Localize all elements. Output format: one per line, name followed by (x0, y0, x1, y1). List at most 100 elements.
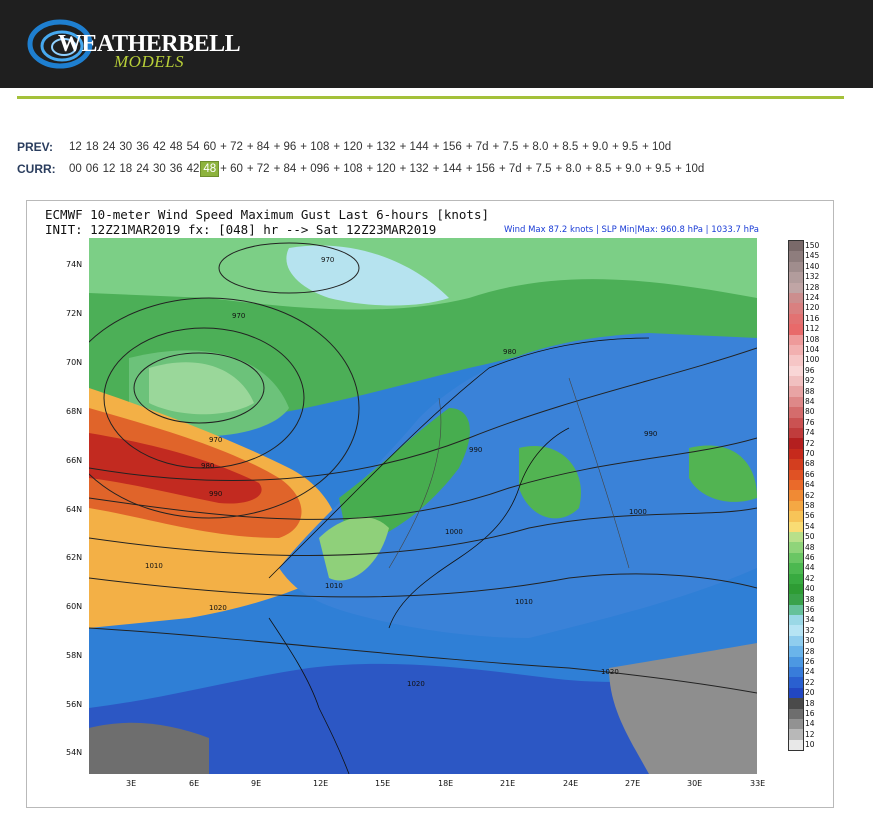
isobar-label: 1000 (445, 528, 463, 536)
prev-hour-link[interactable]: 48 (168, 141, 185, 153)
prev-hour-link[interactable]: + 8.5 (550, 141, 580, 153)
colorbar-swatch (788, 438, 804, 449)
colorbar-swatch (788, 428, 804, 439)
curr-hour-link[interactable]: + 9.5 (643, 163, 673, 175)
curr-hour-link[interactable]: 06 (84, 163, 101, 175)
curr-hour-link[interactable]: 24 (134, 163, 151, 175)
prev-hour-link[interactable]: + 8.0 (520, 141, 550, 153)
colorbar-label: 38 (805, 594, 815, 604)
prev-hour-link[interactable]: 36 (134, 141, 151, 153)
prev-hour-link[interactable]: + 96 (272, 141, 299, 153)
curr-hour-link[interactable]: 00 (67, 163, 84, 175)
lon-label: 15E (375, 779, 391, 788)
colorbar-swatch (788, 521, 804, 532)
colorbar-label: 30 (805, 636, 815, 646)
colorbar-label: 58 (805, 501, 815, 510)
colorbar-swatch (788, 490, 804, 501)
colorbar-swatch (788, 386, 804, 397)
curr-hour-link[interactable]: + 144 (431, 163, 464, 175)
prev-hour-link[interactable]: + 144 (398, 141, 431, 153)
colorbar-label: 150 (805, 241, 820, 250)
prev-label: PREV: (17, 140, 54, 154)
prev-hour-link[interactable]: + 108 (298, 141, 331, 153)
lon-label: 24E (563, 779, 579, 788)
isobar-label: 1010 (325, 582, 343, 590)
curr-hour-link[interactable]: + 132 (398, 163, 431, 175)
colorbar-label: 92 (805, 376, 815, 386)
prev-hour-link[interactable]: + 132 (365, 141, 398, 153)
logo-text-models: MODELS (114, 52, 185, 71)
prev-hour-link[interactable]: + 7.5 (491, 141, 521, 153)
lat-label: 70N (66, 358, 83, 367)
curr-hour-link[interactable]: + 096 (298, 163, 331, 175)
curr-hour-link[interactable]: 12 (101, 163, 118, 175)
lon-label: 18E (438, 779, 454, 788)
prev-hour-link[interactable]: 18 (84, 141, 101, 153)
colorbar-label: 100 (805, 355, 820, 365)
prev-hour-link[interactable]: 12 (67, 141, 84, 153)
lon-label: 12E (313, 779, 329, 788)
prev-hour-link[interactable]: + 120 (331, 141, 364, 153)
prev-hour-link[interactable]: + 156 (431, 141, 464, 153)
curr-hour-link[interactable]: + 72 (245, 163, 272, 175)
colorbar-label: 84 (805, 397, 815, 406)
prev-hour-link[interactable]: 42 (151, 141, 168, 153)
curr-hour-link[interactable]: 42 (185, 163, 202, 175)
curr-hour-link[interactable]: + 108 (331, 163, 364, 175)
prev-hour-link[interactable]: 54 (185, 141, 202, 153)
curr-hour-link[interactable]: + 7.5 (524, 163, 554, 175)
colorbar-swatch (788, 324, 804, 335)
weatherbell-logo[interactable]: WEATHERBELL MODELS (18, 14, 241, 76)
isobar-label: 980 (201, 462, 214, 470)
curr-hour-link[interactable]: + 156 (464, 163, 497, 175)
curr-hour-link[interactable]: + 84 (272, 163, 299, 175)
colorbar-swatch (788, 625, 804, 636)
curr-hour-link[interactable]: + 10d (673, 163, 706, 175)
isobar-label: 990 (209, 490, 222, 498)
colorbar-label: 44 (805, 563, 815, 573)
colorbar-swatch (788, 552, 804, 564)
isobar-label: 990 (469, 446, 482, 454)
curr-hour-link[interactable]: 48 (200, 161, 220, 177)
prev-hour-link[interactable]: + 7d (464, 141, 491, 153)
curr-hour-link[interactable]: 18 (117, 163, 134, 175)
colorbar-label: 24 (805, 667, 815, 677)
colorbar-label: 62 (805, 490, 815, 500)
colorbar-label: 10 (805, 740, 815, 750)
wind-gust-map[interactable]: 970 970 970 980 990 980 990 990 1000 1000 1010 1010… (89, 238, 757, 774)
prev-hour-link[interactable]: + 84 (245, 141, 272, 153)
prev-hour-link[interactable]: + 9.0 (580, 141, 610, 153)
curr-hour-link[interactable]: + 8.5 (583, 163, 613, 175)
curr-hour-link[interactable]: + 60 (218, 163, 245, 175)
colorbar-swatch (788, 261, 804, 273)
prev-hour-link[interactable]: 30 (117, 141, 134, 153)
colorbar-label: 80 (805, 407, 815, 417)
colorbar-swatch (788, 355, 804, 366)
isobar-label: 1010 (145, 562, 163, 570)
prev-hour-links: 12 18 24 30 36 42 48 54 60 + 72 + 84 + 96 + 108 + 120… (67, 141, 673, 153)
colorbar-label: 46 (805, 553, 815, 562)
curr-hour-link[interactable]: + 9.0 (613, 163, 643, 175)
prev-hour-link[interactable]: 24 (101, 141, 118, 153)
colorbar-swatch (788, 313, 804, 325)
curr-hour-link[interactable]: + 8.0 (554, 163, 584, 175)
prev-hour-link[interactable]: + 9.5 (610, 141, 640, 153)
lon-label: 21E (500, 779, 516, 788)
colorbar-swatch (788, 667, 804, 678)
curr-hour-link[interactable]: 36 (168, 163, 185, 175)
prev-hour-link[interactable]: + 10d (640, 141, 673, 153)
colorbar-label: 18 (805, 698, 815, 708)
colorbar-swatch (788, 479, 804, 491)
prev-hour-link[interactable]: + 72 (218, 141, 245, 153)
curr-hour-link[interactable]: + 7d (497, 163, 524, 175)
lat-label: 56N (66, 700, 83, 709)
colorbar-label: 28 (805, 646, 815, 656)
colorbar-swatch (788, 511, 804, 522)
colorbar-label: 104 (805, 345, 820, 354)
curr-hour-link[interactable]: + 120 (365, 163, 398, 175)
colorbar-label: 34 (805, 615, 815, 625)
colorbar-label: 116 (805, 313, 820, 323)
curr-hour-link[interactable]: 30 (151, 163, 168, 175)
lat-label: 74N (66, 260, 83, 269)
prev-hour-link[interactable]: 60 (201, 141, 218, 153)
